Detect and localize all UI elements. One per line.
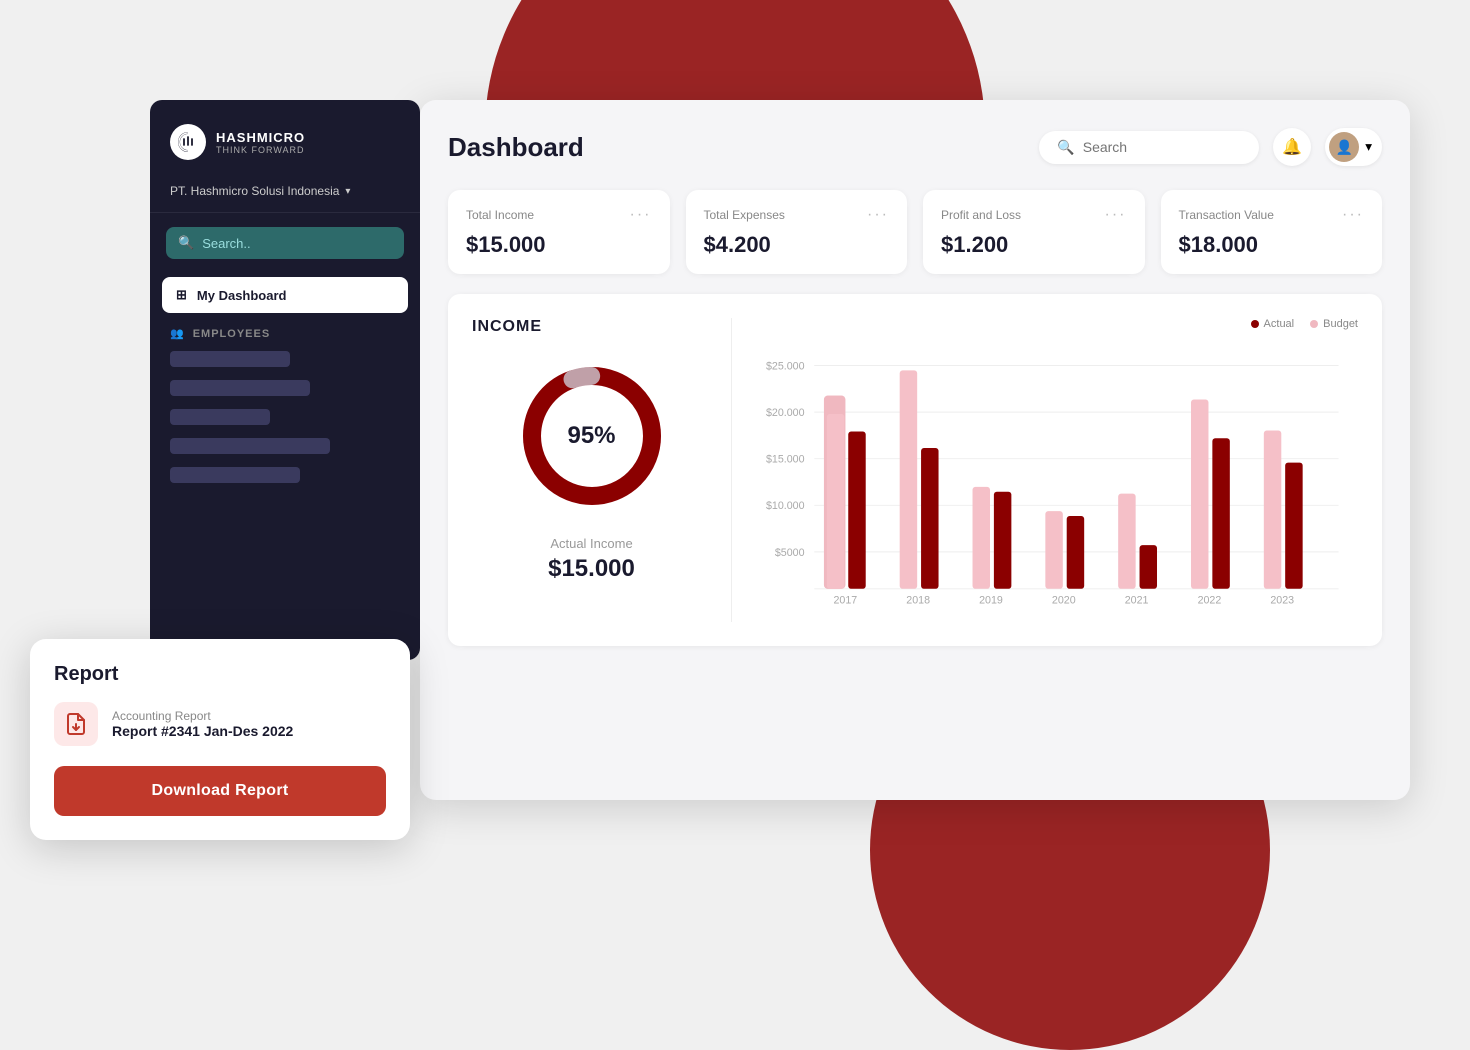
search-bar[interactable]: 🔍 [1039,131,1259,164]
svg-text:$25.000: $25.000 [766,360,805,372]
legend-budget-dot [1310,320,1318,328]
sidebar-placeholder-5 [170,467,300,483]
logo-icon [170,124,206,160]
bell-icon: 🔔 [1282,137,1302,157]
metric-card-transaction: Transaction Value ··· $18.000 [1161,190,1383,274]
sidebar-placeholder-1 [170,351,290,367]
company-selector[interactable]: PT. Hashmicro Solusi Indonesia ▾ [150,176,420,213]
svg-text:2017: 2017 [833,594,857,606]
svg-text:$15.000: $15.000 [766,454,805,466]
metric-label-profit: Profit and Loss [941,208,1021,222]
svg-text:$5000: $5000 [775,547,805,559]
svg-text:$10.000: $10.000 [766,500,805,512]
chevron-down-icon: ▾ [1365,139,1372,155]
metric-value-profit: $1.200 [941,232,1127,258]
metric-more-transaction[interactable]: ··· [1342,206,1364,224]
report-item: Accounting Report Report #2341 Jan-Des 2… [54,702,386,746]
sidebar-placeholder-2 [170,380,310,396]
metric-card-profit: Profit and Loss ··· $1.200 [923,190,1145,274]
donut-chart: 95% [512,356,672,516]
legend-budget-label: Budget [1323,318,1358,330]
metric-more-income[interactable]: ··· [630,206,652,224]
metric-card-expenses: Total Expenses ··· $4.200 [686,190,908,274]
user-menu-button[interactable]: 👤 ▾ [1325,128,1382,166]
sidebar: HASHMICRO THINK FORWARD PT. Hashmicro So… [150,100,420,660]
svg-text:2018: 2018 [906,594,930,606]
legend-actual-dot [1251,320,1259,328]
logo-text: HASHMICRO [216,130,305,145]
chevron-down-icon: ▾ [345,186,350,197]
svg-text:2023: 2023 [1270,594,1294,606]
svg-text:2022: 2022 [1198,594,1222,606]
bar-chart: $25.000 $20.000 $15.000 $10.000 $5000 [756,342,1358,622]
metric-more-profit[interactable]: ··· [1105,206,1127,224]
actual-income-value: $15.000 [548,555,635,583]
metric-value-expenses: $4.200 [704,232,890,258]
metric-label-income: Total Income [466,208,534,222]
page-title: Dashboard [448,132,584,163]
search-icon: 🔍 [178,235,194,251]
donut-percent: 95% [567,422,615,449]
download-report-button[interactable]: Download Report [54,766,386,816]
dashboard-header: Dashboard 🔍 🔔 👤 ▾ [448,128,1382,166]
sidebar-search-input[interactable] [202,236,392,251]
dashboard-icon: ⊞ [176,287,187,303]
metric-label-transaction: Transaction Value [1179,208,1274,222]
metric-more-expenses[interactable]: ··· [867,206,889,224]
income-right: Actual Budget $25.000 $20.000 $15.000 [732,318,1358,622]
report-info: Accounting Report Report #2341 Jan-Des 2… [112,709,293,739]
metric-card-income: Total Income ··· $15.000 [448,190,670,274]
sidebar-placeholder-4 [170,438,330,454]
donut-percent-text: 95% [567,422,615,450]
sidebar-placeholder-3 [170,409,270,425]
report-card: Report Accounting Report Report #2341 Ja… [30,639,410,840]
metric-value-income: $15.000 [466,232,652,258]
report-card-title: Report [54,663,386,686]
employees-section-label: 👥 EMPLOYEES [150,317,420,346]
svg-text:2019: 2019 [979,594,1003,606]
legend-actual: Actual [1251,318,1295,330]
legend-budget: Budget [1310,318,1358,330]
income-title: INCOME [472,318,542,336]
sidebar-item-dashboard[interactable]: ⊞ My Dashboard [162,277,408,313]
company-name: PT. Hashmicro Solusi Indonesia [170,184,339,198]
sidebar-item-label: My Dashboard [197,288,287,303]
svg-text:$20.000: $20.000 [766,407,805,419]
svg-text:2021: 2021 [1125,594,1149,606]
metric-label-expenses: Total Expenses [704,208,785,222]
header-right: 🔍 🔔 👤 ▾ [1039,128,1382,166]
main-panel: Dashboard 🔍 🔔 👤 ▾ Total Income ··· $15.0… [420,100,1410,800]
bell-button[interactable]: 🔔 [1273,128,1311,166]
legend-actual-label: Actual [1264,318,1295,330]
report-icon [54,702,98,746]
chart-legend: Actual Budget [756,318,1358,330]
metric-value-transaction: $18.000 [1179,232,1365,258]
sidebar-search[interactable]: 🔍 [166,227,404,259]
actual-income-label: Actual Income [550,536,632,551]
avatar: 👤 [1329,132,1359,162]
income-left: INCOME 95% Actual Income $15.000 [472,318,732,622]
report-name: Report #2341 Jan-Des 2022 [112,723,293,739]
search-icon: 🔍 [1057,139,1074,156]
employees-icon: 👥 [170,327,185,340]
search-input[interactable] [1083,139,1242,155]
metric-cards: Total Income ··· $15.000 Total Expenses … [448,190,1382,274]
report-type-label: Accounting Report [112,709,293,723]
logo-subtext: THINK FORWARD [216,145,305,155]
svg-text:2020: 2020 [1052,594,1076,606]
income-section: INCOME 95% Actual Income $15.000 [448,294,1382,646]
sidebar-logo: HASHMICRO THINK FORWARD [150,100,420,176]
